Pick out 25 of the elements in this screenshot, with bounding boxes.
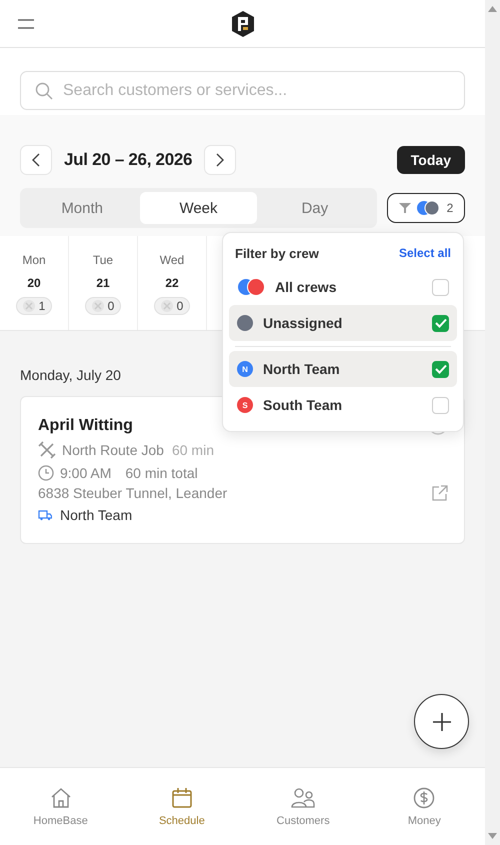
date-number: 21: [96, 276, 110, 290]
appointment-time: 9:00 AM: [60, 465, 112, 481]
crew-label: North Team: [263, 361, 341, 377]
job-count-badge: 0: [154, 297, 190, 315]
service-duration: 60 min: [172, 442, 214, 458]
weekday-label: Tue: [92, 253, 114, 267]
service-name: North Route Job: [62, 442, 164, 458]
weekday-label: Wed: [160, 253, 184, 267]
weekday-label: Mon: [22, 253, 46, 267]
crew-name: North Team: [60, 507, 132, 523]
crew-avatar: S: [237, 397, 253, 413]
job-count-badge: 1: [16, 297, 52, 315]
date-number: 20: [27, 276, 41, 290]
crew-label: Unassigned: [263, 315, 344, 331]
address-text: 6838 Steuber Tunnel, Leander: [38, 485, 228, 501]
total-duration: 60 min total: [125, 465, 198, 481]
crew-avatar: N: [237, 361, 253, 377]
date-range: Jul 20 – 26, 2026: [64, 150, 192, 170]
menu-title: Filter by crew: [235, 246, 319, 260]
day-heading: Monday, July 20: [20, 367, 121, 383]
job-count-badge: 0: [84, 297, 122, 315]
customer-name: April Witting: [38, 417, 133, 435]
crew-label: All crews: [275, 279, 338, 295]
date-number: 22: [165, 276, 179, 290]
crew-label: South Team: [263, 397, 344, 413]
